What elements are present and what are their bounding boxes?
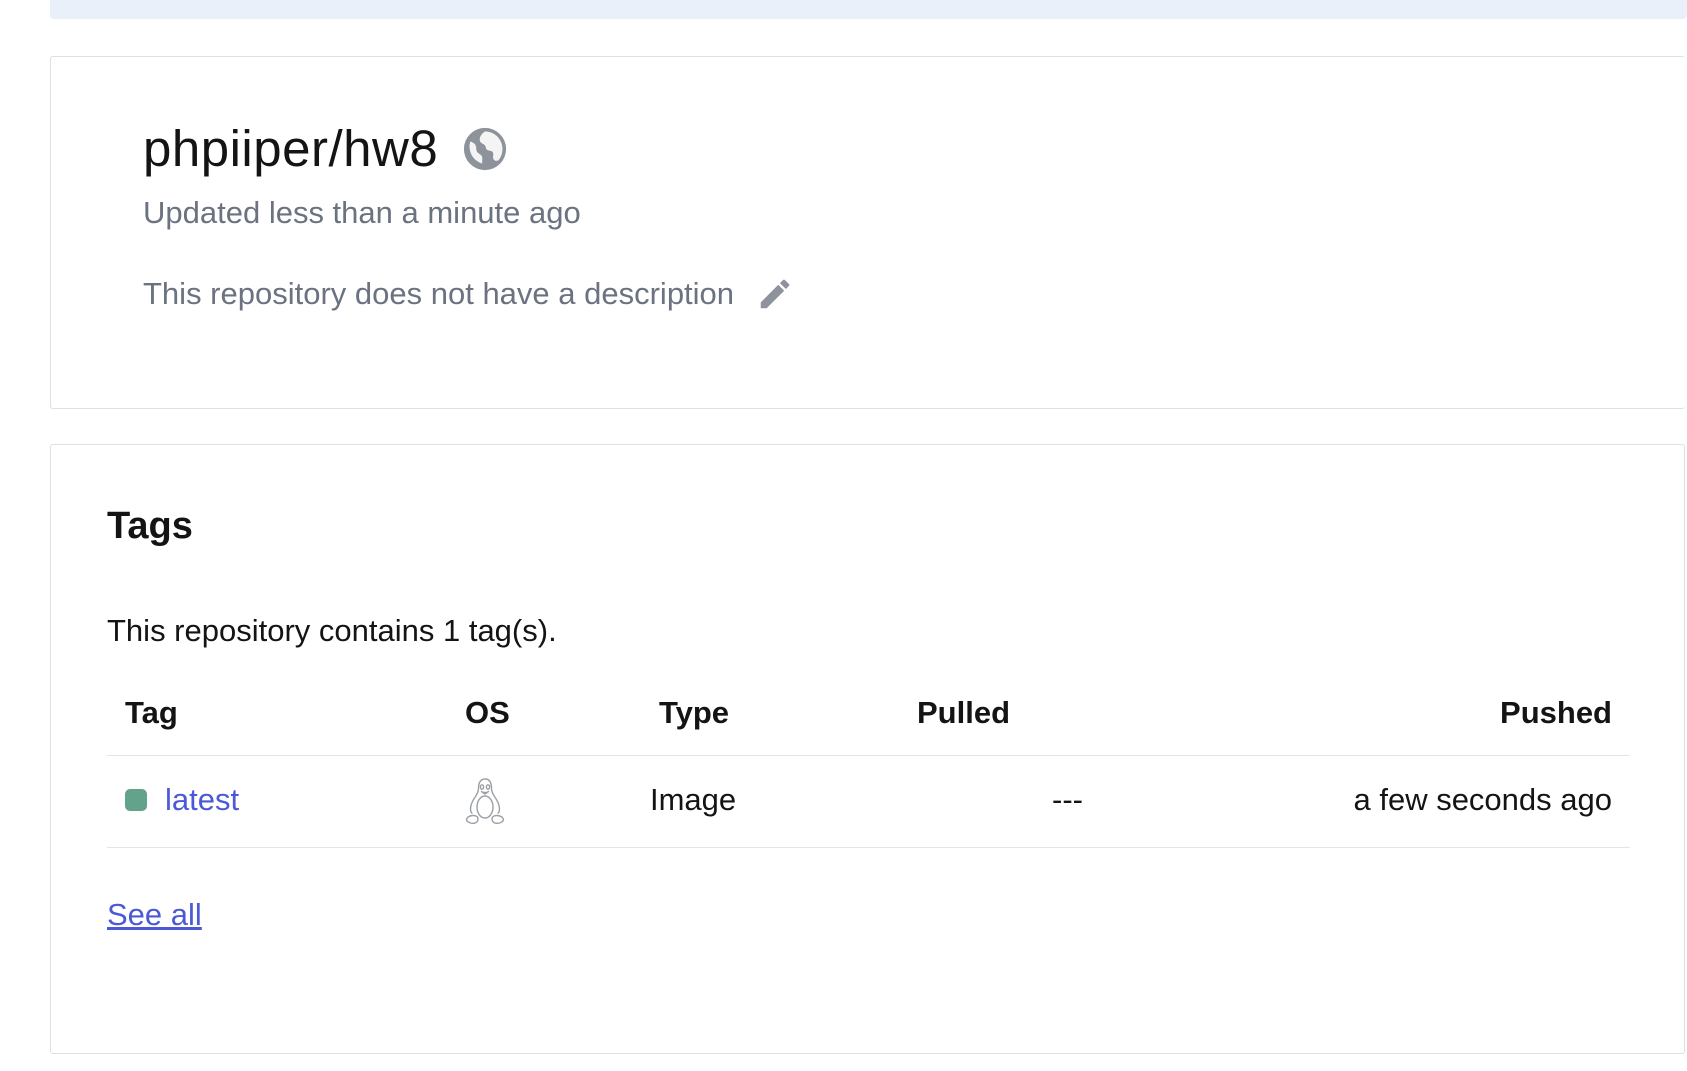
pencil-icon[interactable] [756, 275, 794, 313]
column-header-os: OS [465, 695, 510, 730]
table-row: latest Image --- a few seconds ago [107, 756, 1630, 848]
tag-type: Image [650, 782, 737, 817]
column-header-tag[interactable]: Tag [125, 695, 178, 731]
top-banner [50, 0, 1687, 19]
column-header-pushed[interactable]: Pushed [1500, 695, 1612, 731]
description-row: This repository does not have a descript… [143, 275, 794, 313]
repo-description: This repository does not have a descript… [143, 276, 735, 311]
see-all-link[interactable]: See all [107, 897, 202, 933]
tags-table: Tag OS Type Pulled Pushed latest Image -… [107, 675, 1630, 848]
updated-timestamp: Updated less than a minute ago [143, 195, 581, 230]
tag-pushed: a few seconds ago [1353, 782, 1612, 817]
column-header-pulled[interactable]: Pulled [917, 695, 1010, 731]
tag-link-latest[interactable]: latest [165, 782, 239, 818]
tags-card: Tags This repository contains 1 tag(s). … [50, 444, 1685, 1054]
column-header-type: Type [659, 695, 730, 730]
tag-status-dot [125, 789, 147, 811]
tag-cell: latest [125, 782, 239, 818]
tags-count-text: This repository contains 1 tag(s). [107, 613, 557, 648]
tags-heading: Tags [107, 505, 193, 547]
table-header: Tag OS Type Pulled Pushed [107, 675, 1630, 756]
repo-title: phpiiper/hw8 [143, 120, 439, 177]
tag-pulled: --- [1052, 782, 1083, 817]
linux-icon [465, 778, 505, 825]
repository-header-card: phpiiper/hw8 Updated less than a minute … [50, 56, 1685, 409]
globe-icon [464, 127, 507, 170]
repo-title-row: phpiiper/hw8 [143, 119, 508, 178]
